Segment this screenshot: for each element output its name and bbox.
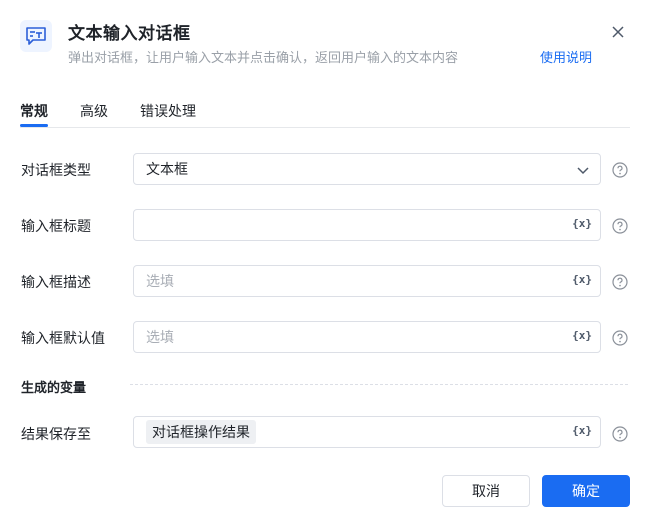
close-icon <box>612 26 624 38</box>
dialog-type-value: 文本框 <box>146 162 188 178</box>
text-input-dialog-icon <box>20 20 52 52</box>
save-to-field[interactable]: 对话框操作结果 {x} <box>133 416 601 448</box>
dialog-subtitle: 弹出对话框，让用户输入文本并点击确认，返回用户输入的文本内容 <box>68 51 459 66</box>
insert-variable-button[interactable]: {x} <box>572 217 592 233</box>
confirm-button[interactable]: 确定 <box>542 475 630 507</box>
insert-variable-button[interactable]: {x} <box>572 273 592 289</box>
tab-bar: 常规 高级 错误处理 <box>20 101 228 127</box>
input-default-placeholder: 选填 <box>146 330 174 346</box>
input-default-field[interactable]: 选填 {x} <box>133 321 601 353</box>
section-divider <box>130 384 628 385</box>
input-title-label: 输入框标题 <box>21 219 91 235</box>
help-icon[interactable] <box>612 162 628 178</box>
cancel-button[interactable]: 取消 <box>442 475 530 507</box>
help-icon[interactable] <box>612 274 628 290</box>
help-icon[interactable] <box>612 218 628 234</box>
input-description-placeholder: 选填 <box>146 274 174 290</box>
help-link[interactable]: 使用说明 <box>540 47 592 66</box>
tab-advanced[interactable]: 高级 <box>80 101 108 127</box>
tab-error-handling[interactable]: 错误处理 <box>140 101 196 127</box>
save-to-label: 结果保存至 <box>21 427 91 443</box>
variable-tag[interactable]: 对话框操作结果 <box>146 420 256 444</box>
dialog-type-select[interactable]: 文本框 <box>133 153 601 185</box>
input-description-label: 输入框描述 <box>21 275 91 291</box>
help-icon[interactable] <box>612 426 628 442</box>
input-default-label: 输入框默认值 <box>21 331 105 347</box>
close-button[interactable] <box>608 22 628 42</box>
output-section-label: 生成的变量 <box>21 381 87 396</box>
tabs-divider <box>20 127 630 128</box>
input-title-field[interactable]: {x} <box>133 209 601 241</box>
chevron-down-icon <box>577 167 589 175</box>
dialog-type-label: 对话框类型 <box>21 163 91 179</box>
input-description-field[interactable]: 选填 {x} <box>133 265 601 297</box>
insert-variable-button[interactable]: {x} <box>572 329 592 345</box>
help-icon[interactable] <box>612 330 628 346</box>
insert-variable-button[interactable]: {x} <box>572 424 592 440</box>
dialog-title: 文本输入对话框 <box>68 24 191 44</box>
text-input-dialog: 文本输入对话框 弹出对话框，让用户输入文本并点击确认，返回用户输入的文本内容 使… <box>0 0 651 531</box>
